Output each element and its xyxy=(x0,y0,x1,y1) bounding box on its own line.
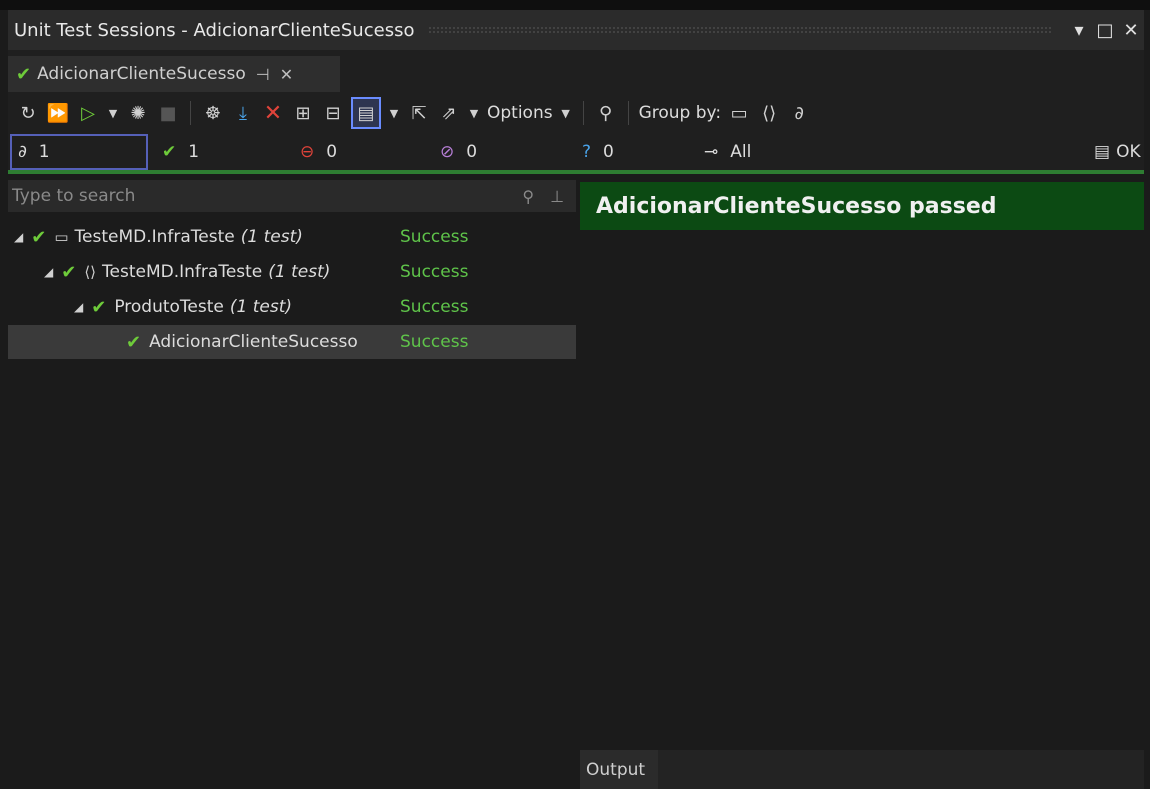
options-menu[interactable]: Options xyxy=(487,103,553,123)
result-filter-bar: ∂ 1 ✔ 1 ⊖ 0 ⊘ 0 ? 0 ⊸ All ▤ OK xyxy=(8,134,1144,170)
window-menu-dropdown-icon[interactable]: ▾ xyxy=(1066,10,1092,50)
window-title: Unit Test Sessions - AdicionarClienteSuc… xyxy=(14,19,415,41)
delete-icon[interactable]: ✕ xyxy=(261,97,285,129)
inconclusive-icon: ? xyxy=(582,142,592,162)
ignored-count: 0 xyxy=(466,142,478,162)
refresh-icon[interactable]: ↻ xyxy=(16,97,40,129)
tree-item-name: TesteMD.InfraTeste xyxy=(74,227,235,247)
tree-item-status: Success xyxy=(400,262,469,282)
export-dropdown-icon[interactable]: ▼ xyxy=(467,97,481,129)
tree-item-count: (1 test) xyxy=(268,262,331,282)
passed-count: 1 xyxy=(188,142,200,162)
filter-passed[interactable]: ✔ 1 xyxy=(162,134,199,170)
passed-check-icon: ✔ xyxy=(91,296,107,318)
run-all-icon[interactable]: ⏩ xyxy=(46,97,70,129)
tab-output[interactable]: Output xyxy=(580,750,658,789)
tree-item-status: Success xyxy=(400,297,469,317)
filter-ignored[interactable]: ⊘ 0 xyxy=(440,134,477,170)
close-tab-icon[interactable]: ✕ xyxy=(280,65,293,84)
output-tab-bar: Output xyxy=(580,750,1144,789)
stop-icon[interactable]: ■ xyxy=(156,97,180,129)
all-label: All xyxy=(730,142,752,162)
namespace-group-icon[interactable]: ⟨⟩ xyxy=(757,97,781,129)
total-count: 1 xyxy=(38,142,50,162)
debug-icon[interactable]: ✺ xyxy=(126,97,150,129)
tree-item-count: (1 test) xyxy=(240,227,303,247)
document-icon: ▤ xyxy=(1094,142,1111,162)
filter-total[interactable]: ∂ 1 xyxy=(10,134,148,170)
csharp-project-icon: ▭ xyxy=(54,228,69,246)
filter-ok[interactable]: ▤ OK xyxy=(1094,134,1141,170)
toolbar-separator xyxy=(190,101,191,125)
options-dropdown-icon[interactable]: ▼ xyxy=(559,97,573,129)
collapse-arrow-icon[interactable]: ◢ xyxy=(14,230,23,244)
category-group-icon[interactable]: ∂ xyxy=(787,97,811,129)
namespace-icon: ⟨⟩ xyxy=(84,263,97,281)
tab-adicionar-cliente-sucesso[interactable]: ✔ AdicionarClienteSucesso ⊣ ✕ xyxy=(8,56,340,92)
tree-item-count: (1 test) xyxy=(229,297,293,317)
tree-item-name: TesteMD.InfraTeste xyxy=(102,262,263,282)
tree-item-name: ProdutoTeste xyxy=(114,297,224,317)
project-group-icon[interactable]: ▭ xyxy=(727,97,751,129)
passed-check-icon: ✔ xyxy=(16,63,32,85)
passed-check-icon: ✔ xyxy=(31,226,47,248)
failed-icon: ⊖ xyxy=(300,142,315,162)
collapse-arrow-icon[interactable]: ◢ xyxy=(44,265,53,279)
tab-label: AdicionarClienteSucesso xyxy=(37,64,246,84)
filter-inconclusive[interactable]: ? 0 xyxy=(582,134,614,170)
toolbar-separator xyxy=(582,101,584,125)
passed-check-icon: ✔ xyxy=(61,261,77,283)
expand-all-icon[interactable]: ⊞ xyxy=(291,97,315,129)
pin-search-icon[interactable]: ⊥ xyxy=(550,187,564,206)
import-icon[interactable]: ⇱ xyxy=(407,97,431,129)
download-icon[interactable]: ⤓ xyxy=(231,97,255,129)
toolbar: ↻ ⏩ ▷ ▼ ✺ ■ ☸ ⤓ ✕ ⊞ ⊟ ▤ ▼ ⇱ ⇗ ▼ Options … xyxy=(8,92,1144,134)
close-window-icon[interactable]: ✕ xyxy=(1118,10,1144,50)
layout-icon[interactable]: ▤ xyxy=(351,97,381,129)
search-box[interactable]: ⚲ ⊥ xyxy=(8,180,576,212)
profile-icon[interactable]: ☸ xyxy=(201,97,225,129)
tree-row-project[interactable]: ◢ ✔ ▭ TesteMD.InfraTeste (1 test) Succes… xyxy=(8,220,576,254)
filter-icon[interactable]: ⚲ xyxy=(594,97,618,129)
search-options-icon[interactable]: ⚲ xyxy=(522,187,534,206)
run-icon[interactable]: ▷ xyxy=(76,97,100,129)
inconclusive-count: 0 xyxy=(603,142,614,162)
test-details-pane: AdicionarClienteSucesso passed Output xyxy=(580,174,1144,789)
result-header: AdicionarClienteSucesso passed xyxy=(580,182,1144,230)
all-filter-icon: ⊸ xyxy=(704,142,719,162)
session-tab-bar: ✔ AdicionarClienteSucesso ⊣ ✕ xyxy=(8,50,1144,92)
total-tests-icon: ∂ xyxy=(18,142,27,162)
toolbar-separator xyxy=(627,101,629,125)
layout-dropdown-icon[interactable]: ▼ xyxy=(387,97,401,129)
passed-check-icon: ✔ xyxy=(126,331,142,353)
tree-row-class[interactable]: ◢ ✔ ProdutoTeste (1 test) Success xyxy=(8,290,576,324)
maximize-icon[interactable]: □ xyxy=(1092,10,1118,50)
tree-item-status: Success xyxy=(400,227,469,247)
passed-check-icon: ✔ xyxy=(162,142,177,162)
titlebar-grip[interactable] xyxy=(428,26,1052,34)
run-dropdown-icon[interactable]: ▼ xyxy=(106,97,120,129)
filter-all[interactable]: ⊸ All xyxy=(704,134,751,170)
group-by-label: Group by: xyxy=(638,103,722,123)
filter-failed[interactable]: ⊖ 0 xyxy=(300,134,337,170)
test-tree-pane: ⚲ ⊥ ◢ ✔ ▭ TesteMD.InfraTeste (1 test) Su… xyxy=(8,174,576,789)
tree-row-test[interactable]: ✔ AdicionarClienteSucesso Success xyxy=(8,325,576,359)
ok-label: OK xyxy=(1116,142,1141,162)
pin-tab-icon[interactable]: ⊣ xyxy=(256,65,270,84)
search-input[interactable] xyxy=(12,186,523,206)
collapse-arrow-icon[interactable]: ◢ xyxy=(74,300,83,314)
export-icon[interactable]: ⇗ xyxy=(437,97,461,129)
failed-count: 0 xyxy=(326,142,338,162)
tree-item-status: Success xyxy=(400,332,469,352)
collapse-all-icon[interactable]: ⊟ xyxy=(321,97,345,129)
tree-row-namespace[interactable]: ◢ ✔ ⟨⟩ TesteMD.InfraTeste (1 test) Succe… xyxy=(8,255,576,289)
tree-item-name: AdicionarClienteSucesso xyxy=(149,332,358,352)
top-strip xyxy=(0,0,1150,10)
ignored-icon: ⊘ xyxy=(440,142,455,162)
tool-window-titlebar[interactable]: Unit Test Sessions - AdicionarClienteSuc… xyxy=(8,10,1144,50)
